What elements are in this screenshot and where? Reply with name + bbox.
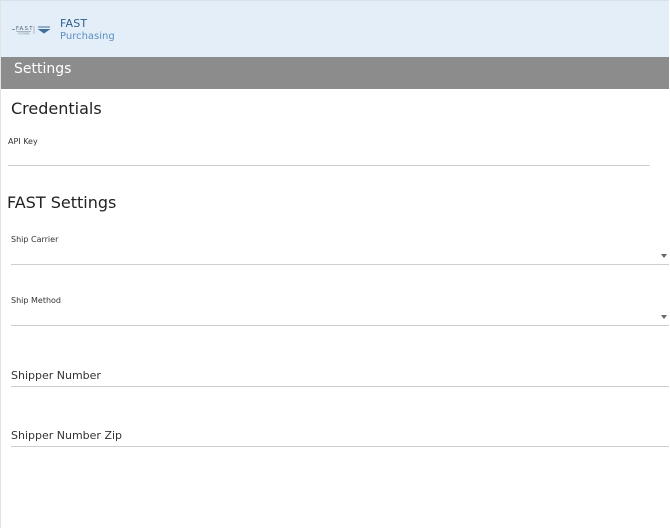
ship-carrier-underline <box>11 264 669 265</box>
ship-method-label: Ship Method <box>11 296 61 305</box>
app-brand-title: FAST <box>60 17 88 30</box>
page-title: Settings <box>14 61 72 77</box>
api-key-label: API Key <box>8 137 38 146</box>
api-key-input[interactable] <box>8 146 650 166</box>
ship-method-select[interactable] <box>11 306 669 326</box>
fast-settings-section-title: FAST Settings <box>7 193 117 212</box>
chevron-down-icon[interactable] <box>661 315 667 319</box>
ship-carrier-select[interactable] <box>11 245 669 265</box>
chevron-down-icon[interactable] <box>661 254 667 258</box>
app-header: F.A.S.T SYSTEMS FAST Purchasing <box>1 0 669 57</box>
ship-carrier-label: Ship Carrier <box>11 235 59 244</box>
shipper-number-input[interactable]: Shipper Number <box>11 366 669 387</box>
page-title-bar: Settings <box>1 57 669 89</box>
app-brand-subtitle: Purchasing <box>60 31 115 42</box>
shipper-number-placeholder: Shipper Number <box>11 369 101 382</box>
svg-text:F.A.S.T: F.A.S.T <box>16 26 33 32</box>
shipper-number-zip-placeholder: Shipper Number Zip <box>11 429 123 442</box>
svg-text:SYSTEMS: SYSTEMS <box>18 32 30 36</box>
shipper-number-zip-underline <box>11 446 669 447</box>
fast-systems-logo: F.A.S.T SYSTEMS <box>12 26 51 36</box>
app-window: F.A.S.T SYSTEMS FAST Purchasing Settings… <box>0 0 669 528</box>
credentials-section-title: Credentials <box>11 99 102 118</box>
api-key-underline <box>8 165 650 166</box>
ship-method-underline <box>11 325 669 326</box>
shipper-number-zip-input[interactable]: Shipper Number Zip <box>11 426 669 447</box>
shipper-number-underline <box>11 386 669 387</box>
